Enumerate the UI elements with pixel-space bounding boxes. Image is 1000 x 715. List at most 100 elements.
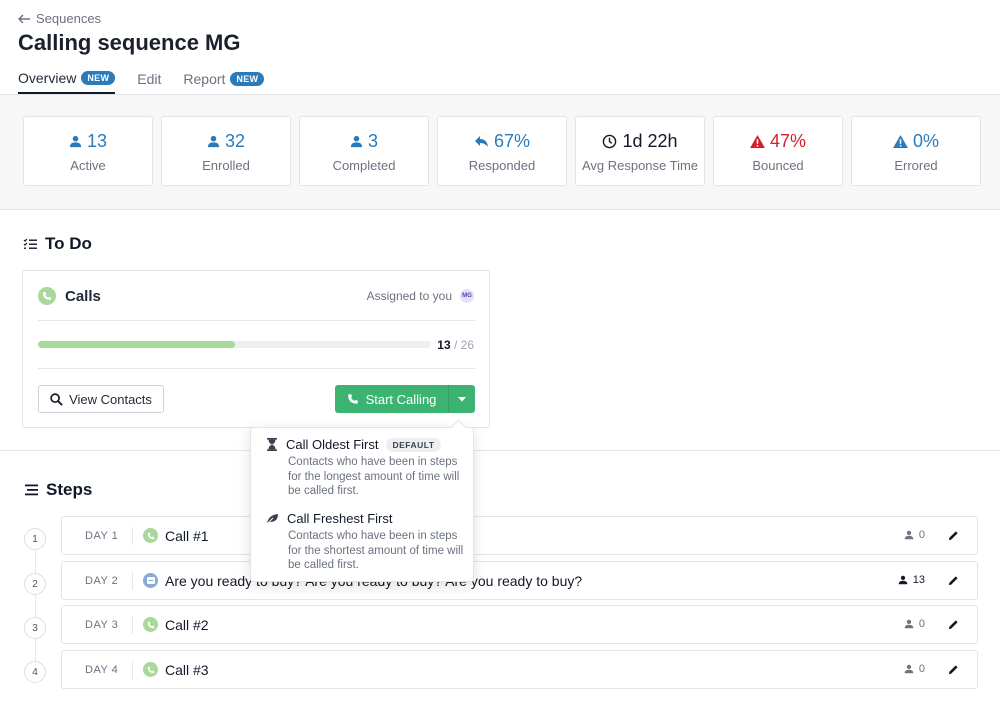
assigned-to: Assigned to you MG: [367, 289, 474, 303]
stat-errored[interactable]: 0% Errored: [851, 116, 981, 186]
stat-value: 67%: [493, 131, 531, 151]
step-number: 2: [24, 573, 46, 595]
progress-done: 13: [437, 338, 451, 352]
divider: [132, 572, 133, 590]
checklist-icon: [23, 238, 37, 249]
pencil-icon: [948, 665, 958, 675]
menu-item-call-freshest-first[interactable]: Call Freshest First Contacts who have be…: [266, 511, 466, 573]
phone-icon: [143, 528, 158, 543]
person-icon: [904, 530, 914, 540]
progress-total: / 26: [453, 338, 474, 352]
calls-header: Calls: [38, 287, 101, 305]
stat-avg-response-time[interactable]: 1d 22h Avg Response Time: [575, 116, 705, 186]
progress-count: 13 / 26: [437, 338, 474, 352]
stat-label: Enrolled: [202, 158, 250, 173]
pencil-icon: [948, 531, 958, 541]
menu-item-call-oldest-first[interactable]: Call Oldest First DEFAULT Contacts who h…: [266, 437, 466, 499]
tab-edit[interactable]: Edit: [137, 68, 161, 94]
stat-value: 0%: [912, 131, 939, 151]
divider: [132, 616, 133, 634]
tab-bar: Overview NEW Edit Report NEW: [18, 68, 265, 94]
step-row[interactable]: DAY 1 Call #1 0: [61, 516, 978, 555]
stat-label: Completed: [332, 158, 396, 173]
person-icon: [69, 135, 82, 148]
tab-edit-label: Edit: [137, 71, 162, 87]
stat-label: Avg Response Time: [581, 158, 699, 173]
step-count-value: 0: [918, 618, 925, 630]
phone-icon: [347, 394, 358, 404]
step-contact-count: 0: [904, 618, 925, 630]
steps-title: Steps: [46, 480, 93, 499]
tab-report-label: Report: [183, 71, 226, 87]
person-icon: [904, 664, 914, 674]
tab-report[interactable]: Report NEW: [183, 68, 265, 94]
edit-step-button[interactable]: [948, 662, 959, 680]
stat-label: Active: [70, 158, 106, 173]
stats-band: 13 Active 32 Enrolled 3 Completed 67% Re…: [0, 95, 1000, 210]
default-badge: DEFAULT: [386, 437, 441, 452]
edit-step-button[interactable]: [948, 528, 959, 546]
step-contact-count: 0: [904, 663, 925, 675]
caret-down-icon: [458, 396, 466, 401]
stat-label: Bounced: [752, 158, 804, 173]
menu-item-label: Call Oldest First: [286, 437, 379, 452]
stat-responded[interactable]: 67% Responded: [437, 116, 567, 186]
pencil-icon: [948, 576, 958, 586]
step-day: DAY 3: [85, 619, 119, 631]
new-badge: NEW: [81, 71, 116, 85]
stat-active[interactable]: 13 Active: [23, 116, 153, 186]
start-calling-split-button: Start Calling: [335, 385, 475, 413]
phone-icon: [38, 287, 56, 305]
new-badge: NEW: [230, 72, 265, 86]
avatar: MG: [460, 289, 474, 303]
divider: [132, 527, 133, 545]
stat-bounced[interactable]: 47% Bounced: [713, 116, 843, 186]
view-contacts-label: View Contacts: [69, 391, 152, 407]
todo-heading: To Do: [23, 234, 92, 254]
call-order-menu: Call Oldest First DEFAULT Contacts who h…: [250, 427, 474, 582]
start-calling-dropdown-toggle[interactable]: [449, 385, 475, 413]
pencil-icon: [948, 620, 958, 630]
stat-label: Responded: [468, 158, 536, 173]
stat-value: 1d 22h: [622, 131, 678, 151]
stat-label: Errored: [894, 158, 938, 173]
email-icon: [143, 573, 158, 588]
progress-fill: [38, 341, 235, 348]
calls-title: Calls: [65, 287, 101, 305]
view-contacts-button[interactable]: View Contacts: [38, 385, 164, 413]
divider: [132, 661, 133, 679]
step-number: 3: [24, 617, 46, 639]
clock-icon: [603, 134, 617, 149]
arrow-left-icon: [18, 14, 30, 23]
tab-overview[interactable]: Overview NEW: [18, 68, 116, 94]
step-row[interactable]: DAY 2 Are you ready to buy? Are you read…: [61, 561, 978, 600]
steps-heading: Steps: [25, 480, 92, 500]
page-header: Sequences Calling sequence MG Overview N…: [0, 0, 1000, 95]
calls-progress-bar: [38, 341, 431, 348]
step-number: 4: [24, 661, 46, 683]
step-day: DAY 2: [85, 575, 119, 587]
step-row[interactable]: DAY 3 Call #2 0: [61, 605, 978, 644]
person-icon: [898, 575, 908, 585]
edit-step-button[interactable]: [948, 573, 959, 591]
todo-title: To Do: [45, 234, 92, 253]
stat-enrolled[interactable]: 32 Enrolled: [161, 116, 291, 186]
stat-value: 47%: [769, 131, 807, 151]
page-title: Calling sequence MG: [18, 30, 241, 55]
stat-completed[interactable]: 3 Completed: [299, 116, 429, 186]
step-name: Call #3: [165, 662, 209, 678]
tab-overview-label: Overview: [18, 70, 77, 86]
back-link[interactable]: Sequences: [18, 11, 101, 26]
warning-icon: [750, 135, 765, 148]
divider: [38, 320, 475, 321]
step-name: Call #1: [165, 528, 209, 544]
step-name: Call #2: [165, 617, 209, 633]
edit-step-button[interactable]: [948, 617, 959, 635]
stat-value: 32: [224, 131, 246, 151]
search-icon: [50, 392, 63, 406]
step-day: DAY 1: [85, 530, 119, 542]
step-row[interactable]: DAY 4 Call #3 0: [61, 650, 978, 689]
person-icon: [350, 135, 363, 148]
start-calling-button[interactable]: Start Calling: [335, 385, 449, 413]
phone-icon: [143, 662, 158, 677]
